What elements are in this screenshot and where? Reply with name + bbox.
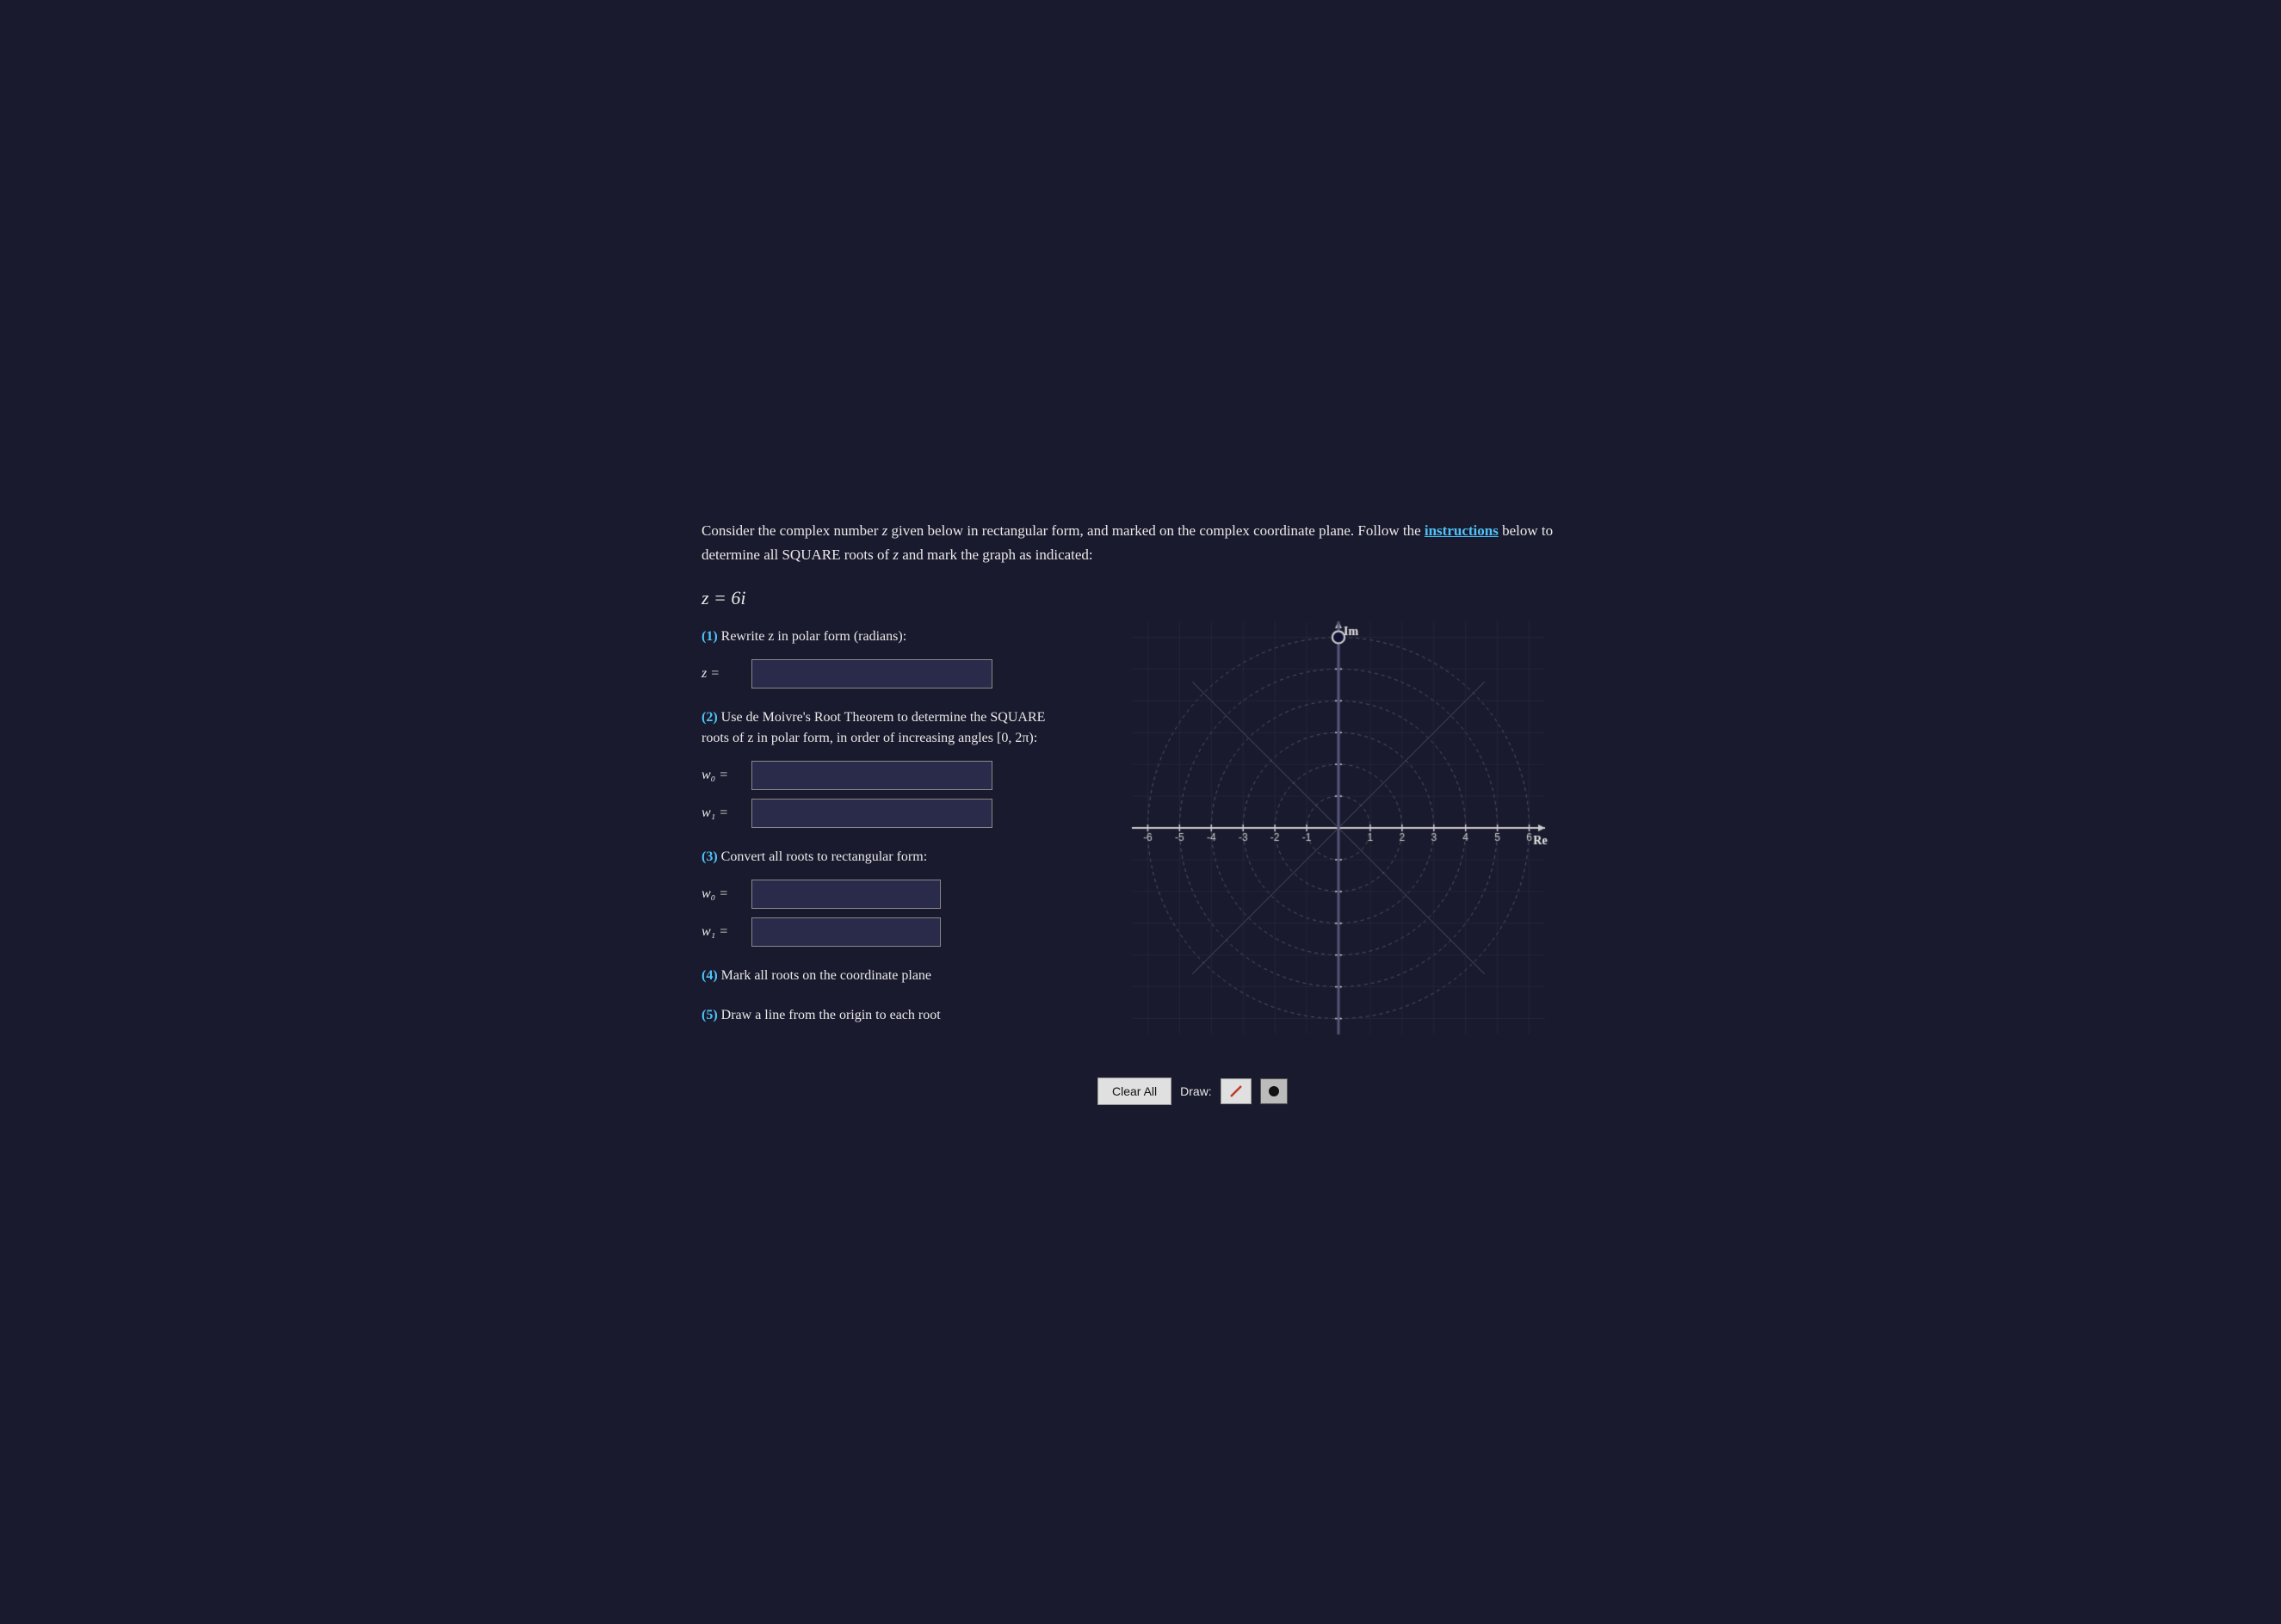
- problem-statement: Consider the complex number z given belo…: [702, 519, 1579, 565]
- step3-w0-label: w₀ =: [702, 886, 745, 902]
- step3-block: (3) Convert all roots to rectangular for…: [702, 847, 1063, 947]
- content-row: z = 6i (1) Rewrite z in polar form (radi…: [702, 587, 1579, 1105]
- step3-w0-input[interactable]: [751, 880, 941, 909]
- line-tool-button[interactable]: [1221, 1078, 1252, 1104]
- step2-w1-label: w₁ =: [702, 806, 745, 821]
- clear-all-button[interactable]: Clear All: [1097, 1078, 1171, 1105]
- step5-heading: (5) Draw a line from the origin to each …: [702, 1005, 1063, 1026]
- given-equation: z = 6i: [702, 587, 1063, 609]
- instructions-link[interactable]: instructions: [1425, 522, 1499, 539]
- step4-number: (4): [702, 968, 718, 983]
- step5-number: (5): [702, 1008, 718, 1022]
- step4-text: Mark all roots on the coordinate plane: [721, 968, 931, 983]
- step2-w1-input[interactable]: [751, 799, 992, 828]
- step1-number: (1): [702, 629, 718, 644]
- step3-w1-row: w₁ =: [702, 917, 1063, 947]
- dot-tool-icon: [1269, 1086, 1279, 1096]
- step5-text: Draw a line from the origin to each root: [721, 1008, 941, 1022]
- step1-input-row: z =: [702, 659, 1063, 689]
- step1-text: Rewrite z in polar form (radians):: [721, 629, 906, 644]
- step5-block: (5) Draw a line from the origin to each …: [702, 1005, 1063, 1026]
- step4-heading: (4) Mark all roots on the coordinate pla…: [702, 966, 1063, 986]
- step2-w0-label: w₀ =: [702, 768, 745, 783]
- step1-heading: (1) Rewrite z in polar form (radians):: [702, 627, 1063, 647]
- step1-answer-input[interactable]: [751, 659, 992, 689]
- step3-text: Convert all roots to rectangular form:: [721, 849, 927, 864]
- step2-heading: (2) Use de Moivre's Root Theorem to dete…: [702, 707, 1063, 749]
- step1-block: (1) Rewrite z in polar form (radians): z…: [702, 627, 1063, 689]
- dot-tool-button[interactable]: [1260, 1078, 1288, 1104]
- step1-input-label: z =: [702, 666, 745, 682]
- draw-label: Draw:: [1180, 1084, 1212, 1098]
- step3-w0-row: w₀ =: [702, 880, 1063, 909]
- step3-w1-input[interactable]: [751, 917, 941, 947]
- line-tool-icon: [1228, 1084, 1244, 1099]
- left-panel: z = 6i (1) Rewrite z in polar form (radi…: [702, 587, 1063, 1045]
- step3-w1-label: w₁ =: [702, 924, 745, 940]
- step2-text: Use de Moivre's Root Theorem to determin…: [702, 710, 1045, 745]
- step2-block: (2) Use de Moivre's Root Theorem to dete…: [702, 707, 1063, 828]
- step2-w0-input[interactable]: [751, 761, 992, 790]
- right-panel: Clear All Draw:: [1097, 587, 1579, 1105]
- step3-number: (3): [702, 849, 718, 864]
- step2-w0-row: w₀ =: [702, 761, 1063, 790]
- step4-block: (4) Mark all roots on the coordinate pla…: [702, 966, 1063, 986]
- complex-plane-canvas[interactable]: [1097, 587, 1579, 1069]
- step2-w1-row: w₁ =: [702, 799, 1063, 828]
- graph-bottom-bar: Clear All Draw:: [1097, 1078, 1579, 1105]
- main-container: Consider the complex number z given belo…: [667, 493, 1614, 1130]
- graph-container: Clear All Draw:: [1097, 587, 1579, 1105]
- step3-heading: (3) Convert all roots to rectangular for…: [702, 847, 1063, 868]
- step2-number: (2): [702, 710, 718, 725]
